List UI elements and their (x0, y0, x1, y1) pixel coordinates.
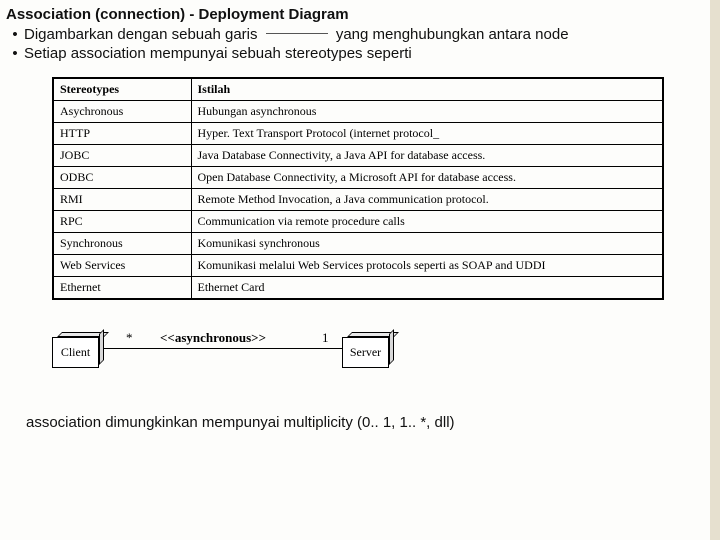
deployment-diagram: Client * <<asynchronous>> 1 Server (52, 322, 706, 392)
bullet-1-post: yang menghubungkan antara node (336, 26, 569, 43)
cell: Hubungan asynchronous (191, 101, 663, 123)
table-row: Web Services Komunikasi melalui Web Serv… (53, 255, 663, 277)
server-node: Server (342, 332, 394, 368)
bullet-dot: • (6, 44, 24, 63)
association-line (104, 348, 342, 349)
table-row: RMI Remote Method Invocation, a Java com… (53, 189, 663, 211)
th-istilah: Istilah (191, 78, 663, 101)
cell: ODBC (53, 167, 191, 189)
page-title: Association (connection) - Deployment Di… (6, 6, 706, 23)
cell: Ethernet (53, 277, 191, 300)
cell: Java Database Connectivity, a Java API f… (191, 145, 663, 167)
stereotypes-table: Stereotypes Istilah Asychronous Hubungan… (52, 77, 664, 300)
bullet-list: • Digambarkan dengan sebuah garis yang m… (6, 25, 706, 63)
table-row: JOBC Java Database Connectivity, a Java … (53, 145, 663, 167)
assoc-line-inline (266, 33, 328, 34)
table-row: Synchronous Komunikasi synchronous (53, 233, 663, 255)
client-node-label: Client (52, 337, 99, 368)
footer-note: association dimungkinkan mempunyai multi… (26, 414, 706, 431)
association-stereotype: <<asynchronous>> (160, 330, 266, 346)
server-node-label: Server (342, 337, 389, 368)
cell: Web Services (53, 255, 191, 277)
table-row: HTTP Hyper. Text Transport Protocol (int… (53, 123, 663, 145)
cell: Komunikasi synchronous (191, 233, 663, 255)
cell: JOBC (53, 145, 191, 167)
th-stereotypes: Stereotypes (53, 78, 191, 101)
cell: Hyper. Text Transport Protocol (internet… (191, 123, 663, 145)
bullet-1: Digambarkan dengan sebuah garis yang men… (24, 25, 706, 44)
table-row: RPC Communication via remote procedure c… (53, 211, 663, 233)
cell: HTTP (53, 123, 191, 145)
cell: Open Database Connectivity, a Microsoft … (191, 167, 663, 189)
table-header-row: Stereotypes Istilah (53, 78, 663, 101)
table-row: Asychronous Hubungan asynchronous (53, 101, 663, 123)
bullet-dot: • (6, 25, 24, 44)
client-node: Client (52, 332, 104, 368)
bullet-1-pre: Digambarkan dengan sebuah garis (24, 26, 258, 43)
cell: Asychronous (53, 101, 191, 123)
cell: Remote Method Invocation, a Java communi… (191, 189, 663, 211)
cell: Communication via remote procedure calls (191, 211, 663, 233)
multiplicity-right: 1 (322, 330, 329, 346)
cell: Synchronous (53, 233, 191, 255)
cell: Komunikasi melalui Web Services protocol… (191, 255, 663, 277)
table-row: ODBC Open Database Connectivity, a Micro… (53, 167, 663, 189)
bullet-2: Setiap association mempunyai sebuah ster… (24, 44, 706, 63)
table-row: Ethernet Ethernet Card (53, 277, 663, 300)
slide-accent-bar (710, 0, 720, 540)
cell: Ethernet Card (191, 277, 663, 300)
cell: RPC (53, 211, 191, 233)
multiplicity-left: * (126, 330, 133, 346)
cell: RMI (53, 189, 191, 211)
